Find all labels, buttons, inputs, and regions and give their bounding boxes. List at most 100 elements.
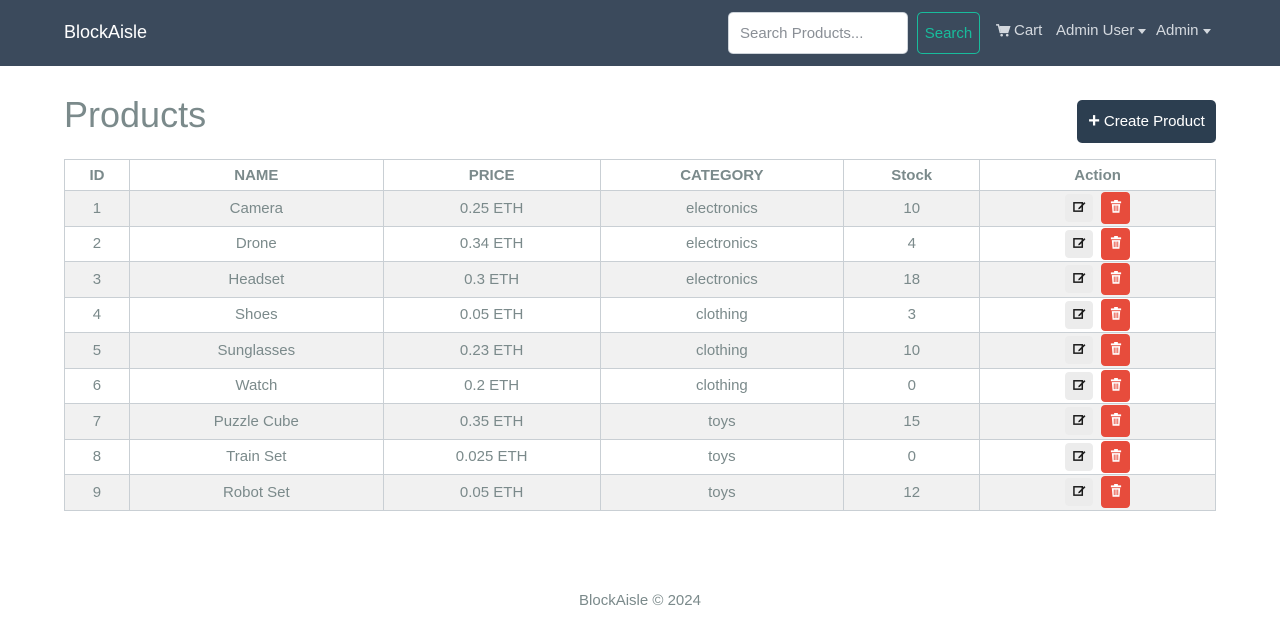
column-header-price: PRICE [382, 159, 601, 191]
delete-button[interactable] [1101, 263, 1131, 296]
row-actions [980, 334, 1215, 367]
cell-action [979, 332, 1216, 369]
cell-name: Puzzle Cube [128, 403, 384, 440]
cell-id: 6 [64, 367, 130, 404]
delete-button[interactable] [1101, 227, 1131, 260]
user-dropdown-label: Admin User [1056, 22, 1135, 39]
cell-stock: 0 [843, 367, 981, 404]
cell-category: toys [599, 438, 845, 475]
cell-id: 1 [64, 190, 130, 227]
user-dropdown[interactable]: Admin User [1056, 22, 1147, 39]
trash-icon [1110, 448, 1122, 465]
edit-icon [1072, 307, 1086, 323]
cell-price: 0.3 ETH [382, 261, 601, 298]
column-header-stock: Stock [843, 159, 981, 191]
cell-action [979, 261, 1216, 298]
delete-button[interactable] [1101, 440, 1131, 473]
cell-action [979, 438, 1216, 475]
table-row: 7 Puzzle Cube 0.35 ETH toys 15 [64, 403, 1216, 440]
cell-price: 0.34 ETH [382, 225, 601, 262]
admin-dropdown[interactable]: Admin [1156, 22, 1211, 39]
cell-stock: 18 [843, 261, 981, 298]
trash-icon [1110, 200, 1122, 216]
column-header-category: CATEGORY [599, 159, 845, 191]
edit-button[interactable] [1065, 407, 1094, 436]
cell-id: 9 [64, 474, 130, 511]
cell-id: 5 [64, 332, 130, 369]
cell-stock: 4 [843, 225, 981, 262]
row-actions [980, 263, 1215, 296]
search-button[interactable]: Search [917, 12, 980, 54]
cell-price: 0.05 ETH [382, 474, 601, 511]
cell-price: 0.25 ETH [382, 190, 601, 227]
row-actions [980, 369, 1215, 402]
cart-label: Cart [1014, 22, 1043, 39]
cell-id: 2 [64, 225, 130, 262]
cell-action [979, 296, 1216, 333]
cart-link[interactable]: Cart [996, 22, 1042, 39]
delete-button[interactable] [1101, 334, 1131, 367]
edit-icon [1072, 484, 1086, 500]
cell-name: Train Set [128, 438, 384, 475]
table-row: 2 Drone 0.34 ETH electronics 4 [64, 225, 1216, 262]
cell-category: toys [599, 403, 845, 440]
edit-button[interactable] [1065, 478, 1094, 507]
create-product-label: Create Product [1103, 113, 1205, 130]
cell-name: Watch [128, 367, 384, 404]
cell-id: 7 [64, 403, 130, 440]
edit-button[interactable] [1065, 442, 1094, 471]
delete-button[interactable] [1101, 476, 1131, 509]
edit-button[interactable] [1065, 300, 1094, 329]
cell-price: 0.35 ETH [382, 403, 601, 440]
products-table: ID NAME PRICE CATEGORY Stock Action 1 Cam… [64, 159, 1216, 511]
edit-button[interactable] [1065, 194, 1094, 223]
trash-icon [1110, 271, 1122, 287]
row-actions [980, 298, 1215, 331]
trash-icon [1110, 306, 1122, 323]
edit-button[interactable] [1065, 371, 1094, 400]
cell-id: 4 [64, 296, 130, 333]
delete-button[interactable] [1101, 369, 1131, 402]
delete-button[interactable] [1101, 298, 1131, 331]
admin-dropdown-label: Admin [1156, 22, 1199, 39]
table-row: 3 Headset 0.3 ETH electronics 18 [64, 261, 1216, 298]
trash-icon [1110, 342, 1122, 358]
cell-category: toys [599, 474, 845, 511]
cell-action [979, 225, 1216, 262]
cell-category: electronics [599, 261, 845, 298]
row-actions [980, 405, 1215, 438]
cell-stock: 10 [843, 190, 981, 227]
create-product-button[interactable]: + Create Product [1077, 100, 1216, 143]
search-input[interactable] [728, 12, 908, 54]
table-row: 4 Shoes 0.05 ETH clothing 3 [64, 296, 1216, 333]
trash-icon [1110, 413, 1122, 429]
cell-price: 0.2 ETH [382, 367, 601, 404]
brand-link[interactable]: BlockAisle [64, 22, 147, 43]
cell-category: clothing [599, 367, 845, 404]
delete-button[interactable] [1101, 192, 1131, 225]
cell-action [979, 474, 1216, 511]
cell-stock: 12 [843, 474, 981, 511]
column-header-action: Action [979, 159, 1216, 191]
cell-stock: 0 [843, 438, 981, 475]
cell-id: 3 [64, 261, 130, 298]
footer-text: BlockAisle © 2024 [579, 592, 701, 609]
table-body: 1 Camera 0.25 ETH electronics 10 2 Drone 0.34 E… [64, 190, 1216, 511]
cell-category: electronics [599, 225, 845, 262]
cell-name: Sunglasses [128, 332, 384, 369]
cell-id: 8 [64, 438, 130, 475]
edit-button[interactable] [1065, 336, 1094, 365]
edit-button[interactable] [1065, 265, 1094, 294]
chevron-down-icon [1138, 28, 1147, 34]
page-title: Products [64, 94, 207, 135]
cell-action [979, 190, 1216, 227]
edit-icon [1072, 200, 1086, 216]
table-row: 6 Watch 0.2 ETH clothing 0 [64, 367, 1216, 404]
edit-icon [1072, 342, 1086, 358]
cell-category: clothing [599, 296, 845, 333]
cell-name: Drone [128, 225, 384, 262]
delete-button[interactable] [1101, 405, 1131, 438]
edit-button[interactable] [1065, 229, 1094, 258]
row-actions [980, 476, 1215, 509]
row-actions [980, 440, 1215, 473]
